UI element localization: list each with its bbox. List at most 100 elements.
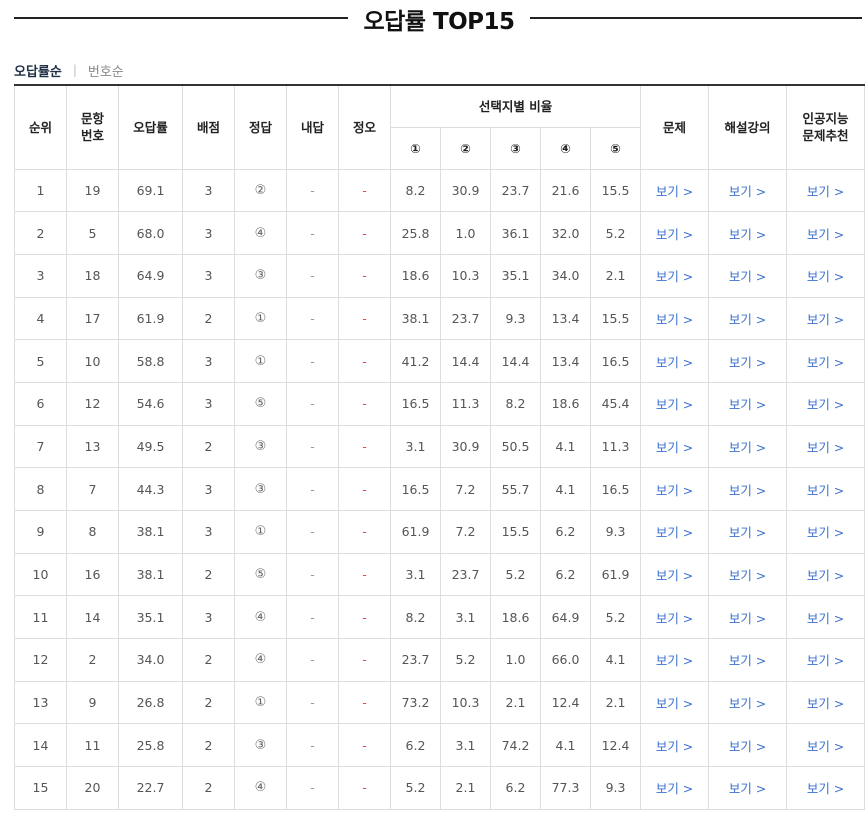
choice-3-ratio-cell: 1.0 bbox=[490, 638, 541, 682]
view-lecture-link[interactable]: 보기 > bbox=[729, 312, 766, 327]
sort-by-number-tab[interactable]: 번호순 bbox=[88, 61, 124, 80]
rank-cell: 2 bbox=[14, 211, 67, 255]
error-rate-cell: 38.1 bbox=[118, 510, 183, 554]
my-answer-cell: - bbox=[286, 638, 339, 682]
view-problem-link[interactable]: 보기 > bbox=[656, 355, 693, 370]
choice-5-ratio-cell: 11.3 bbox=[589, 424, 642, 469]
view-lecture-link[interactable]: 보기 > bbox=[729, 611, 766, 626]
view-ai-recommend-link[interactable]: 보기 > bbox=[807, 696, 844, 711]
view-lecture-cell: 보기 > bbox=[708, 253, 788, 298]
question-number-cell: 13 bbox=[66, 424, 119, 469]
choice-5-ratio-cell: 16.5 bbox=[589, 339, 642, 383]
view-problem-link[interactable]: 보기 > bbox=[656, 227, 693, 242]
view-lecture-link[interactable]: 보기 > bbox=[729, 568, 766, 583]
view-ai-recommend-link[interactable]: 보기 > bbox=[807, 781, 844, 796]
view-ai-recommend-link[interactable]: 보기 > bbox=[807, 355, 844, 370]
rank-cell: 8 bbox=[14, 467, 67, 511]
view-problem-link[interactable]: 보기 > bbox=[656, 397, 693, 412]
view-ai-recommend-cell: 보기 > bbox=[786, 467, 866, 511]
view-ai-recommend-link[interactable]: 보기 > bbox=[807, 312, 844, 327]
view-lecture-link[interactable]: 보기 > bbox=[729, 696, 766, 711]
view-problem-link[interactable]: 보기 > bbox=[656, 525, 693, 540]
title-divider-right bbox=[530, 17, 862, 19]
view-ai-recommend-link[interactable]: 보기 > bbox=[807, 440, 844, 455]
view-ai-recommend-cell: 보기 > bbox=[786, 595, 866, 640]
sort-by-error-rate-tab[interactable]: 오답률순 bbox=[14, 61, 62, 80]
view-problem-cell: 보기 > bbox=[640, 467, 710, 511]
points-cell: 3 bbox=[182, 211, 235, 255]
view-ai-recommend-cell: 보기 > bbox=[786, 296, 866, 341]
view-problem-link[interactable]: 보기 > bbox=[656, 611, 693, 626]
error-rate-cell: 25.8 bbox=[118, 723, 183, 768]
correct-wrong-cell: - bbox=[338, 638, 391, 682]
error-rate-cell: 35.1 bbox=[118, 595, 183, 640]
view-lecture-link[interactable]: 보기 > bbox=[729, 483, 766, 498]
view-ai-recommend-link[interactable]: 보기 > bbox=[807, 483, 844, 498]
view-problem-cell: 보기 > bbox=[640, 552, 710, 597]
rank-cell: 15 bbox=[14, 766, 67, 810]
view-lecture-link[interactable]: 보기 > bbox=[729, 355, 766, 370]
view-lecture-link[interactable]: 보기 > bbox=[729, 269, 766, 284]
error-rate-cell: 61.9 bbox=[118, 296, 183, 341]
choice-2-ratio-cell: 10.3 bbox=[440, 253, 491, 298]
view-ai-recommend-link[interactable]: 보기 > bbox=[807, 739, 844, 754]
choice-3-ratio-cell: 35.1 bbox=[490, 253, 541, 298]
correct-wrong-cell: - bbox=[338, 595, 391, 640]
view-lecture-link[interactable]: 보기 > bbox=[729, 184, 766, 199]
view-ai-recommend-link[interactable]: 보기 > bbox=[807, 397, 844, 412]
view-problem-link[interactable]: 보기 > bbox=[656, 184, 693, 199]
view-problem-link[interactable]: 보기 > bbox=[656, 739, 693, 754]
correct-wrong-cell: - bbox=[338, 766, 391, 810]
question-number-cell: 14 bbox=[66, 595, 119, 640]
header-choice-1: ① bbox=[390, 126, 441, 170]
view-problem-link[interactable]: 보기 > bbox=[656, 781, 693, 796]
view-problem-link[interactable]: 보기 > bbox=[656, 312, 693, 327]
view-problem-link[interactable]: 보기 > bbox=[656, 483, 693, 498]
table-row: 6 12 54.6 3 ⑤ - -16.5 11.3 8.2 18.6 45.4 보기 > 보기 > 보기… bbox=[14, 381, 866, 426]
points-cell: 3 bbox=[182, 168, 235, 213]
header-choice-3: ③ bbox=[490, 126, 541, 170]
view-lecture-link[interactable]: 보기 > bbox=[729, 739, 766, 754]
choice-5-ratio-cell: 2.1 bbox=[589, 253, 642, 298]
view-problem-link[interactable]: 보기 > bbox=[656, 269, 693, 284]
view-problem-link[interactable]: 보기 > bbox=[656, 696, 693, 711]
view-ai-recommend-link[interactable]: 보기 > bbox=[807, 653, 844, 668]
view-ai-recommend-link[interactable]: 보기 > bbox=[807, 227, 844, 242]
choice-3-ratio-cell: 18.6 bbox=[490, 595, 541, 640]
view-problem-link[interactable]: 보기 > bbox=[656, 653, 693, 668]
answer-cell: ④ bbox=[234, 211, 287, 255]
choice-3-ratio-cell: 8.2 bbox=[490, 381, 541, 426]
view-ai-recommend-link[interactable]: 보기 > bbox=[807, 611, 844, 626]
view-problem-cell: 보기 > bbox=[640, 510, 710, 554]
page-title-bar: 오답률 TOP15 bbox=[0, 0, 867, 36]
view-problem-link[interactable]: 보기 > bbox=[656, 568, 693, 583]
choice-1-ratio-cell: 5.2 bbox=[390, 766, 441, 810]
view-ai-recommend-link[interactable]: 보기 > bbox=[807, 184, 844, 199]
question-number-cell: 5 bbox=[66, 211, 119, 255]
view-problem-link[interactable]: 보기 > bbox=[656, 440, 693, 455]
table-row: 5 10 58.8 3 ① - -41.2 14.4 14.4 13.4 16.5 보기 > 보기 > 보… bbox=[14, 339, 866, 383]
view-lecture-link[interactable]: 보기 > bbox=[729, 397, 766, 412]
choice-4-ratio-cell: 13.4 bbox=[540, 339, 591, 383]
page-title: 오답률 TOP15 bbox=[363, 9, 515, 35]
question-number-cell: 17 bbox=[66, 296, 119, 341]
view-lecture-cell: 보기 > bbox=[708, 638, 788, 682]
view-lecture-link[interactable]: 보기 > bbox=[729, 781, 766, 796]
my-answer-cell: - bbox=[286, 296, 339, 341]
view-lecture-link[interactable]: 보기 > bbox=[729, 525, 766, 540]
choice-5-ratio-cell: 9.3 bbox=[589, 766, 642, 810]
choice-2-ratio-cell: 30.9 bbox=[440, 168, 491, 213]
points-cell: 2 bbox=[182, 552, 235, 597]
view-lecture-cell: 보기 > bbox=[708, 381, 788, 426]
view-lecture-link[interactable]: 보기 > bbox=[729, 440, 766, 455]
view-ai-recommend-link[interactable]: 보기 > bbox=[807, 269, 844, 284]
points-cell: 2 bbox=[182, 723, 235, 768]
view-lecture-link[interactable]: 보기 > bbox=[729, 653, 766, 668]
choice-3-ratio-cell: 5.2 bbox=[490, 552, 541, 597]
view-ai-recommend-cell: 보기 > bbox=[786, 168, 866, 213]
my-answer-cell: - bbox=[286, 467, 339, 511]
header-answer: 정답 bbox=[234, 84, 287, 170]
view-ai-recommend-link[interactable]: 보기 > bbox=[807, 525, 844, 540]
view-ai-recommend-link[interactable]: 보기 > bbox=[807, 568, 844, 583]
view-lecture-link[interactable]: 보기 > bbox=[729, 227, 766, 242]
